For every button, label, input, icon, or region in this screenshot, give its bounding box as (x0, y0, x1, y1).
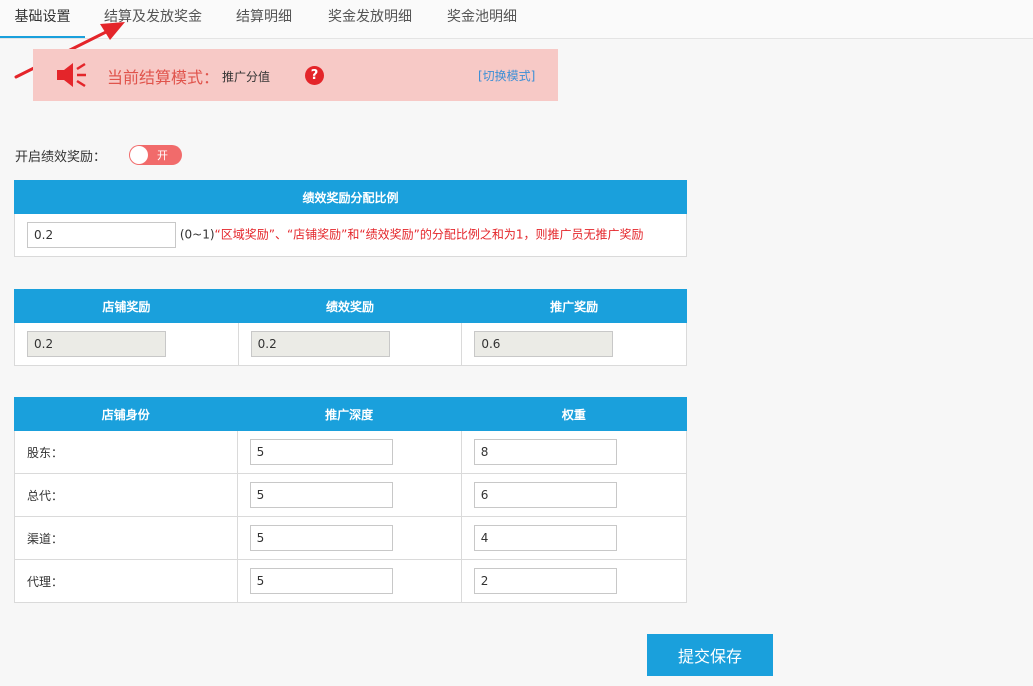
identity-name: 代理： (14, 559, 238, 603)
mode-label: 当前结算模式： (107, 68, 220, 87)
performance-toggle-label: 开启绩效奖励： (15, 150, 107, 165)
weight-input-channel[interactable] (473, 525, 617, 551)
toggle-state-text: 开 (157, 149, 168, 162)
identity-table: 店铺身份 推广深度 权重 股东： 总代： 渠道： 代理： (14, 397, 688, 603)
depth-input-shareholder[interactable] (249, 439, 393, 465)
tab-pool-detail[interactable]: 奖金池明细 (436, 0, 528, 38)
depth-input-general-agent[interactable] (249, 482, 393, 508)
reward-cell-store (14, 322, 239, 366)
rewards-header-promotion: 推广奖励 (461, 289, 687, 323)
rewards-header-performance: 绩效奖励 (237, 289, 463, 323)
store-reward-field (27, 331, 166, 357)
identity-header-depth: 推广深度 (236, 397, 462, 431)
weight-cell (460, 473, 688, 517)
depth-input-channel[interactable] (249, 525, 393, 551)
table-row: 代理： (14, 559, 688, 603)
rewards-table: 店铺奖励 绩效奖励 推广奖励 (14, 289, 687, 366)
tab-settle-detail[interactable]: 结算明细 (225, 0, 303, 38)
performance-reward-field (250, 331, 390, 357)
table-row: 股东： (14, 430, 688, 474)
reward-cell-promotion (461, 322, 687, 366)
mode-banner: 当前结算模式： 推广分值 ? [切换模式] (33, 49, 558, 101)
rewards-header-store: 店铺奖励 (14, 289, 239, 323)
depth-cell (236, 516, 462, 560)
ratio-range: (0~1) (179, 227, 215, 242)
identity-header-weight: 权重 (460, 397, 688, 431)
weight-input-general-agent[interactable] (473, 482, 617, 508)
ratio-hint: “区域奖励”、“店铺奖励”和“绩效奖励”的分配比例之和为1，则推广员无推广奖励 (214, 227, 644, 242)
weight-cell (460, 559, 688, 603)
promotion-reward-field (474, 331, 614, 357)
ratio-cell: (0~1)“区域奖励”、“店铺奖励”和“绩效奖励”的分配比例之和为1，则推广员无… (14, 213, 687, 257)
switch-mode-link[interactable]: [切换模式] (478, 67, 535, 84)
depth-input-agent[interactable] (249, 568, 393, 594)
submit-save-button[interactable]: 提交保存 (647, 634, 773, 676)
weight-cell (460, 516, 688, 560)
depth-cell (236, 473, 462, 517)
help-icon[interactable]: ? (305, 66, 324, 85)
depth-cell (236, 559, 462, 603)
identity-name: 股东： (14, 430, 238, 474)
identity-name: 总代： (14, 473, 238, 517)
identity-name: 渠道： (14, 516, 238, 560)
weight-input-shareholder[interactable] (473, 439, 617, 465)
weight-cell (460, 430, 688, 474)
weight-input-agent[interactable] (473, 568, 617, 594)
ratio-header: 绩效奖励分配比例 (14, 180, 687, 214)
ratio-table: 绩效奖励分配比例 (0~1)“区域奖励”、“店铺奖励”和“绩效奖励”的分配比例之… (14, 180, 687, 257)
ratio-input[interactable] (27, 222, 176, 248)
table-row: 渠道： (14, 516, 688, 560)
speaker-icon (57, 62, 86, 88)
depth-cell (236, 430, 462, 474)
performance-toggle[interactable]: 开 (129, 145, 182, 165)
mode-value: 推广分值 (222, 70, 271, 84)
tab-payout-detail[interactable]: 奖金发放明细 (316, 0, 424, 38)
identity-header-role: 店铺身份 (14, 397, 238, 431)
tab-bar: 基础设置 结算及发放奖金 结算明细 奖金发放明细 奖金池明细 (0, 0, 1033, 39)
toggle-knob (130, 146, 148, 164)
table-row: 总代： (14, 473, 688, 517)
reward-cell-performance (237, 322, 463, 366)
